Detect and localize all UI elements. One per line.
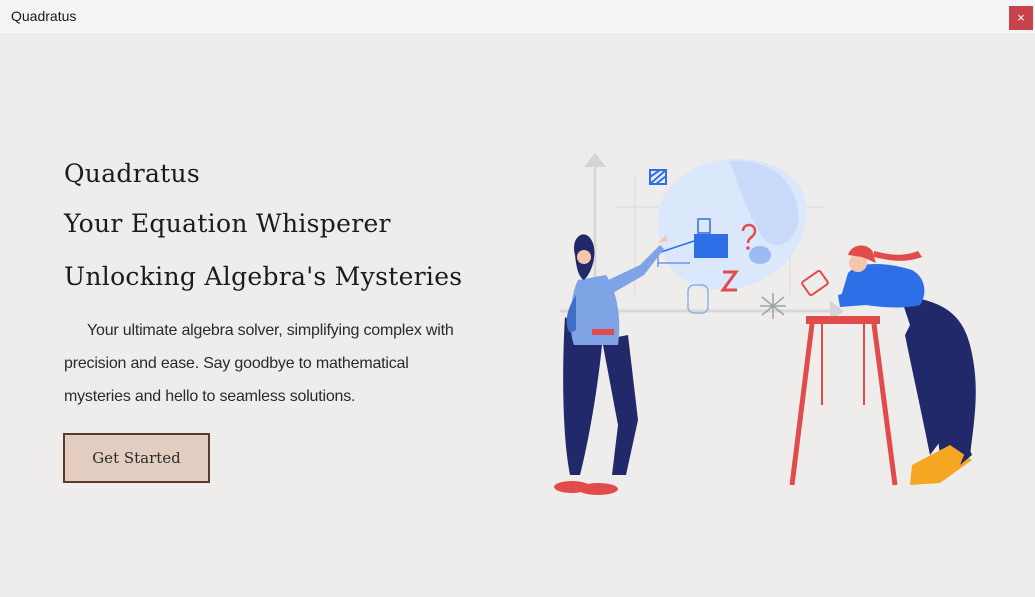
hero-title: Quadratus [64, 159, 201, 188]
hero-tagline: Unlocking Algebra's Mysteries [64, 262, 463, 291]
hero-description: Your ultimate algebra solver, simplifyin… [64, 322, 454, 405]
window-title: Quadratus [11, 8, 77, 24]
main-content: Quadratus Your Equation Whisperer Unlock… [0, 35, 1035, 597]
close-button[interactable]: × [1009, 6, 1033, 30]
get-started-button[interactable]: Get Started [63, 433, 210, 483]
math-illustration [554, 153, 976, 495]
thought-bubble-icon [649, 158, 807, 319]
woman-pointing-figure [554, 234, 668, 495]
title-bar: Quadratus × [0, 0, 1035, 35]
hero-subtitle: Your Equation Whisperer [64, 209, 391, 238]
standing-table-icon [789, 316, 898, 486]
